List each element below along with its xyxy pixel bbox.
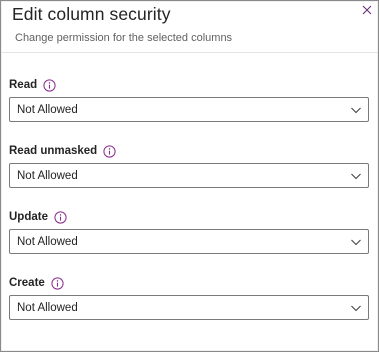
field-read: Read Not Allowed	[9, 77, 369, 122]
info-icon[interactable]	[43, 78, 56, 92]
info-icon[interactable]	[51, 276, 64, 290]
field-label-read: Read	[9, 77, 369, 93]
field-read-unmasked: Read unmasked Not Allowed	[9, 143, 369, 188]
field-label-text: Read	[9, 79, 38, 91]
read-permission-dropdown[interactable]: Not Allowed	[9, 97, 369, 122]
dialog-subtitle: Change permission for the selected colum…	[15, 32, 233, 44]
chevron-down-icon	[350, 104, 362, 116]
chevron-down-icon	[350, 236, 362, 248]
field-update: Update Not Allowed	[9, 209, 369, 254]
chevron-down-icon	[350, 170, 362, 182]
read-unmasked-permission-dropdown[interactable]: Not Allowed	[9, 163, 369, 188]
edit-column-security-dialog: Edit column security Change permission f…	[0, 0, 379, 352]
dialog-title: Edit column security	[12, 4, 171, 24]
dropdown-value: Not Allowed	[17, 170, 78, 182]
dropdown-value: Not Allowed	[17, 302, 78, 314]
create-permission-dropdown[interactable]: Not Allowed	[9, 295, 369, 320]
close-icon	[362, 5, 372, 15]
dialog-header: Edit column security Change permission f…	[1, 1, 378, 53]
info-icon[interactable]	[103, 144, 116, 158]
dropdown-value: Not Allowed	[17, 236, 78, 248]
field-label-text: Read unmasked	[9, 145, 98, 157]
field-label-update: Update	[9, 209, 369, 225]
dropdown-value: Not Allowed	[17, 104, 78, 116]
chevron-down-icon	[350, 302, 362, 314]
field-label-create: Create	[9, 275, 369, 291]
field-label-read-unmasked: Read unmasked	[9, 143, 369, 159]
close-button[interactable]	[359, 2, 375, 18]
field-create: Create Not Allowed	[9, 275, 369, 320]
field-label-text: Update	[9, 211, 48, 223]
field-label-text: Create	[9, 277, 45, 289]
info-icon[interactable]	[54, 210, 67, 224]
update-permission-dropdown[interactable]: Not Allowed	[9, 229, 369, 254]
